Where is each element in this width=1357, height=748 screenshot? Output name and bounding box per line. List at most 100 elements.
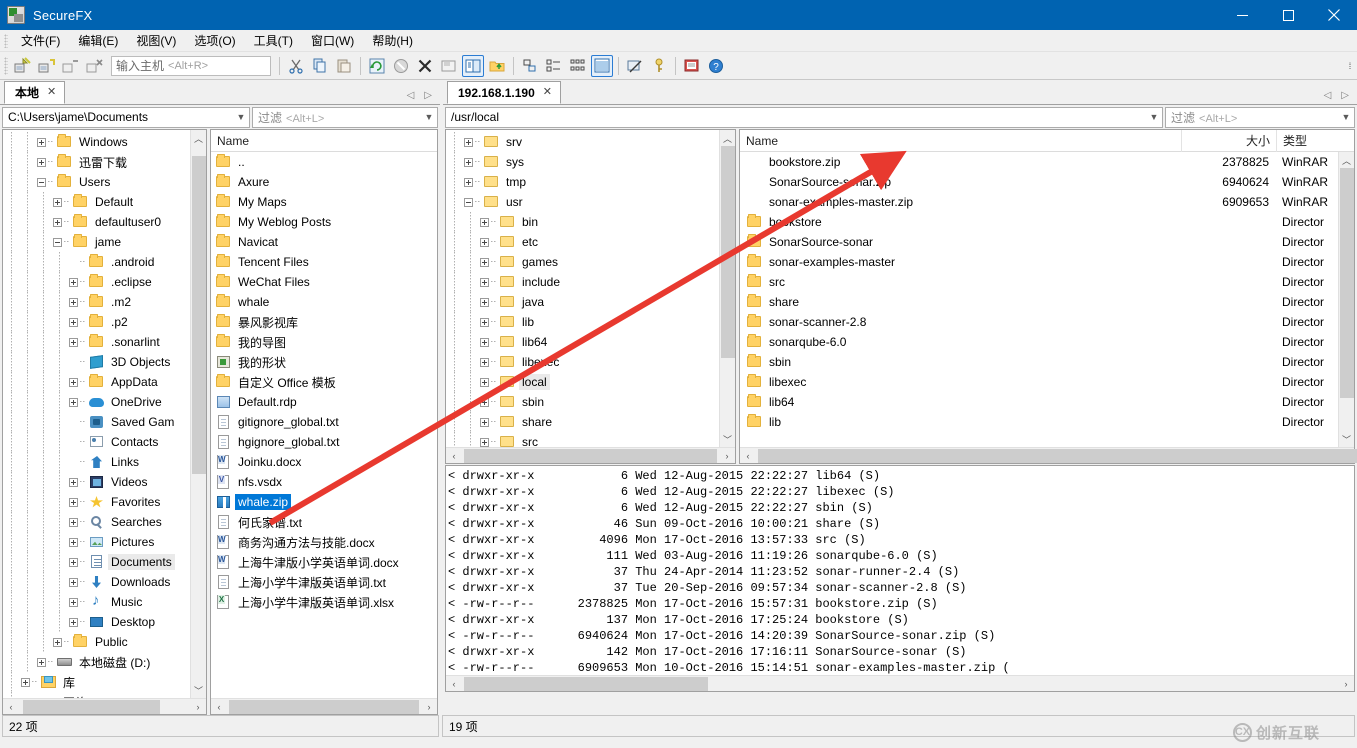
list-item[interactable]: whale.zip bbox=[211, 492, 437, 512]
table-row[interactable]: sbinDirector bbox=[740, 352, 1354, 372]
list-item[interactable]: 何氏家谱.txt bbox=[211, 512, 437, 532]
tree-expand-plus-icon[interactable] bbox=[51, 192, 64, 212]
tree-expand-plus-icon[interactable] bbox=[67, 372, 80, 392]
disconnect-icon[interactable] bbox=[84, 55, 106, 77]
tree-expand-plus-icon[interactable] bbox=[67, 472, 80, 492]
scroll-left-icon[interactable]: ‹ bbox=[446, 676, 462, 692]
local-list-hscrollbar[interactable]: ‹ › bbox=[211, 698, 437, 714]
tree-item-src[interactable]: src bbox=[446, 432, 735, 447]
tree-item-windows[interactable]: Windows bbox=[3, 132, 206, 152]
remote-list-vscrollbar[interactable]: ︿ ﹀ bbox=[1338, 152, 1354, 447]
view-split-icon[interactable] bbox=[462, 55, 484, 77]
tree-expand-plus-icon[interactable] bbox=[462, 152, 475, 172]
list-item[interactable]: Default.rdp bbox=[211, 392, 437, 412]
remote-path-chevron-down-icon[interactable]: ▼ bbox=[1146, 112, 1162, 122]
view-details-icon[interactable] bbox=[591, 55, 613, 77]
tree-expand-plus-icon[interactable] bbox=[67, 332, 80, 352]
tree-item-default[interactable]: Default bbox=[3, 192, 206, 212]
tree-expand-plus-icon[interactable] bbox=[462, 172, 475, 192]
remote-tree-hscrollbar[interactable]: ‹ › bbox=[446, 447, 735, 463]
tree-item-本地磁盘--d--[interactable]: 本地磁盘 (D:) bbox=[3, 652, 206, 672]
tree-expand-plus-icon[interactable] bbox=[67, 532, 80, 552]
remote-tree-vscroll-track[interactable] bbox=[720, 146, 736, 431]
view-list-icon[interactable] bbox=[543, 55, 565, 77]
toolbar-overflow-icon[interactable]: ⁞ bbox=[1345, 55, 1357, 77]
local-path-combo[interactable]: C:\Users\jame\Documents ▼ bbox=[2, 107, 250, 128]
tree-expand-plus-icon[interactable] bbox=[67, 272, 80, 292]
list-item[interactable]: 上海小学牛津版英语单词.xlsx bbox=[211, 592, 437, 612]
local-path-chevron-down-icon[interactable]: ▼ bbox=[233, 112, 249, 122]
list-item[interactable]: nfs.vsdx bbox=[211, 472, 437, 492]
list-item[interactable]: 暴风影视库 bbox=[211, 312, 437, 332]
tree-expand-plus-icon[interactable] bbox=[67, 592, 80, 612]
close-button[interactable] bbox=[1311, 0, 1357, 30]
tab-local[interactable]: 本地 ✕ bbox=[4, 81, 65, 104]
remote-filter-combo[interactable]: 过滤<Alt+L> ▼ bbox=[1165, 107, 1355, 128]
tree-expand-plus-icon[interactable] bbox=[67, 312, 80, 332]
scroll-right-icon[interactable]: › bbox=[421, 699, 437, 715]
tree-expand-plus-icon[interactable] bbox=[51, 632, 64, 652]
local-tree-vscroll-thumb[interactable] bbox=[192, 156, 206, 474]
remote-tree-hscroll-thumb[interactable] bbox=[464, 449, 717, 463]
tree-item-documents[interactable]: Documents bbox=[3, 552, 206, 572]
connect-icon[interactable] bbox=[12, 55, 34, 77]
tree-expand-plus-icon[interactable] bbox=[67, 552, 80, 572]
view-icons-icon[interactable] bbox=[567, 55, 589, 77]
tab-remote-close-icon[interactable]: ✕ bbox=[543, 87, 552, 98]
tree-item-jame[interactable]: jame bbox=[3, 232, 206, 252]
delete-icon[interactable] bbox=[414, 55, 436, 77]
remote-log-hscrollbar[interactable]: ‹ › bbox=[446, 675, 1354, 691]
tree-expand-plus-icon[interactable] bbox=[478, 412, 491, 432]
tree-expand-plus-icon[interactable] bbox=[67, 572, 80, 592]
table-row[interactable]: SonarSource-sonar.zip6940624WinRAR bbox=[740, 172, 1354, 192]
tree-item-bin[interactable]: bin bbox=[446, 212, 735, 232]
local-column-name[interactable]: Name bbox=[211, 130, 437, 152]
paste-icon[interactable] bbox=[333, 55, 355, 77]
remote-list-hscrollbar[interactable]: ‹ › bbox=[740, 447, 1354, 463]
host-input[interactable]: 输入主机 <Alt+R> bbox=[111, 56, 271, 76]
tree-item-pictures[interactable]: Pictures bbox=[3, 532, 206, 552]
tree-item-sys[interactable]: sys bbox=[446, 152, 735, 172]
tree-expand-plus-icon[interactable] bbox=[478, 252, 491, 272]
list-item[interactable]: Axure bbox=[211, 172, 437, 192]
transfer-queue-icon[interactable] bbox=[624, 55, 646, 77]
tree-item-music[interactable]: Music bbox=[3, 592, 206, 612]
local-tree[interactable]: Windows迅雷下载UsersDefaultdefaultuser0jame.… bbox=[3, 130, 206, 698]
scroll-down-icon[interactable]: ﹀ bbox=[1339, 431, 1355, 447]
connect-sftp-icon[interactable] bbox=[60, 55, 82, 77]
scroll-right-icon[interactable]: › bbox=[190, 699, 206, 715]
tree-expand-plus-icon[interactable] bbox=[67, 492, 80, 512]
list-item[interactable]: 上海牛津版小学英语单词.docx bbox=[211, 552, 437, 572]
tree-item-users[interactable]: Users bbox=[3, 172, 206, 192]
local-list-hscroll-thumb[interactable] bbox=[229, 700, 419, 714]
view-tiles-icon[interactable] bbox=[519, 55, 541, 77]
scroll-left-icon[interactable]: ‹ bbox=[740, 448, 756, 464]
tree-item-tmp[interactable]: tmp bbox=[446, 172, 735, 192]
list-item[interactable]: My Maps bbox=[211, 192, 437, 212]
tree-item--m2[interactable]: .m2 bbox=[3, 292, 206, 312]
cut-icon[interactable] bbox=[285, 55, 307, 77]
menu-view[interactable]: 视图(V) bbox=[127, 29, 185, 52]
tree-item-onedrive[interactable]: OneDrive bbox=[3, 392, 206, 412]
table-row[interactable]: sonar-scanner-2.8Director bbox=[740, 312, 1354, 332]
tree-item-defaultuser0[interactable]: defaultuser0 bbox=[3, 212, 206, 232]
tree-item-usr[interactable]: usr bbox=[446, 192, 735, 212]
refresh-icon[interactable] bbox=[366, 55, 388, 77]
list-item[interactable]: .. bbox=[211, 152, 437, 172]
tab-scroll-left-icon[interactable]: ◁ bbox=[407, 90, 415, 101]
remote-list-hscroll-thumb[interactable] bbox=[758, 449, 1357, 463]
tree-item--p2[interactable]: .p2 bbox=[3, 312, 206, 332]
scroll-up-icon[interactable]: ︿ bbox=[191, 130, 207, 146]
table-row[interactable]: sonar-examples-masterDirector bbox=[740, 252, 1354, 272]
key-icon[interactable] bbox=[648, 55, 670, 77]
table-row[interactable]: libexecDirector bbox=[740, 372, 1354, 392]
list-item[interactable]: 上海小学牛津版英语单词.txt bbox=[211, 572, 437, 592]
table-row[interactable]: shareDirector bbox=[740, 292, 1354, 312]
properties-icon[interactable] bbox=[438, 55, 460, 77]
tree-item-srv[interactable]: srv bbox=[446, 132, 735, 152]
tab-scroll-right-icon[interactable]: ▷ bbox=[424, 90, 432, 101]
remote-column-size[interactable]: 大小 bbox=[1181, 130, 1276, 152]
tree-expand-plus-icon[interactable] bbox=[478, 332, 491, 352]
tree-item--android[interactable]: .android bbox=[3, 252, 206, 272]
table-row[interactable]: sonarqube-6.0Director bbox=[740, 332, 1354, 352]
